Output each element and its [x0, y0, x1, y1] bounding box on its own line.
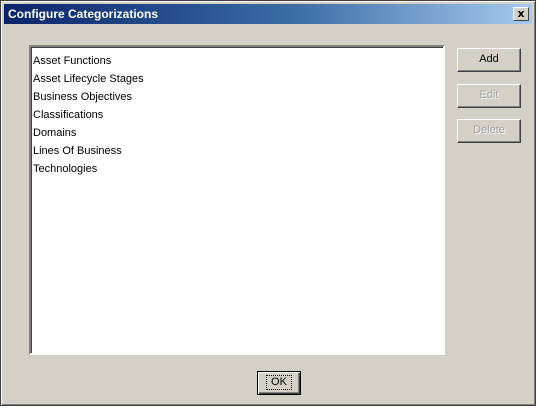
- categorization-listbox[interactable]: Asset Functions Asset Lifecycle Stages B…: [29, 45, 445, 355]
- ok-button-label: OK: [266, 375, 292, 390]
- title-bar[interactable]: Configure Categorizations x: [4, 4, 532, 24]
- list-item[interactable]: Domains: [33, 124, 443, 142]
- list-item[interactable]: Classifications: [33, 106, 443, 124]
- list-item[interactable]: Lines Of Business: [33, 142, 443, 160]
- configure-categorizations-dialog: Configure Categorizations x Asset Functi…: [0, 0, 536, 406]
- list-item[interactable]: Asset Functions: [33, 52, 443, 70]
- delete-button[interactable]: Delete: [457, 119, 521, 143]
- list-item[interactable]: Technologies: [33, 160, 443, 178]
- add-button[interactable]: Add: [457, 48, 521, 72]
- edit-button[interactable]: Edit: [457, 84, 521, 108]
- ok-button[interactable]: OK: [257, 371, 301, 395]
- window-title: Configure Categorizations: [8, 7, 159, 21]
- list-item[interactable]: Business Objectives: [33, 88, 443, 106]
- close-icon[interactable]: x: [513, 7, 529, 21]
- list-item[interactable]: Asset Lifecycle Stages: [33, 70, 443, 88]
